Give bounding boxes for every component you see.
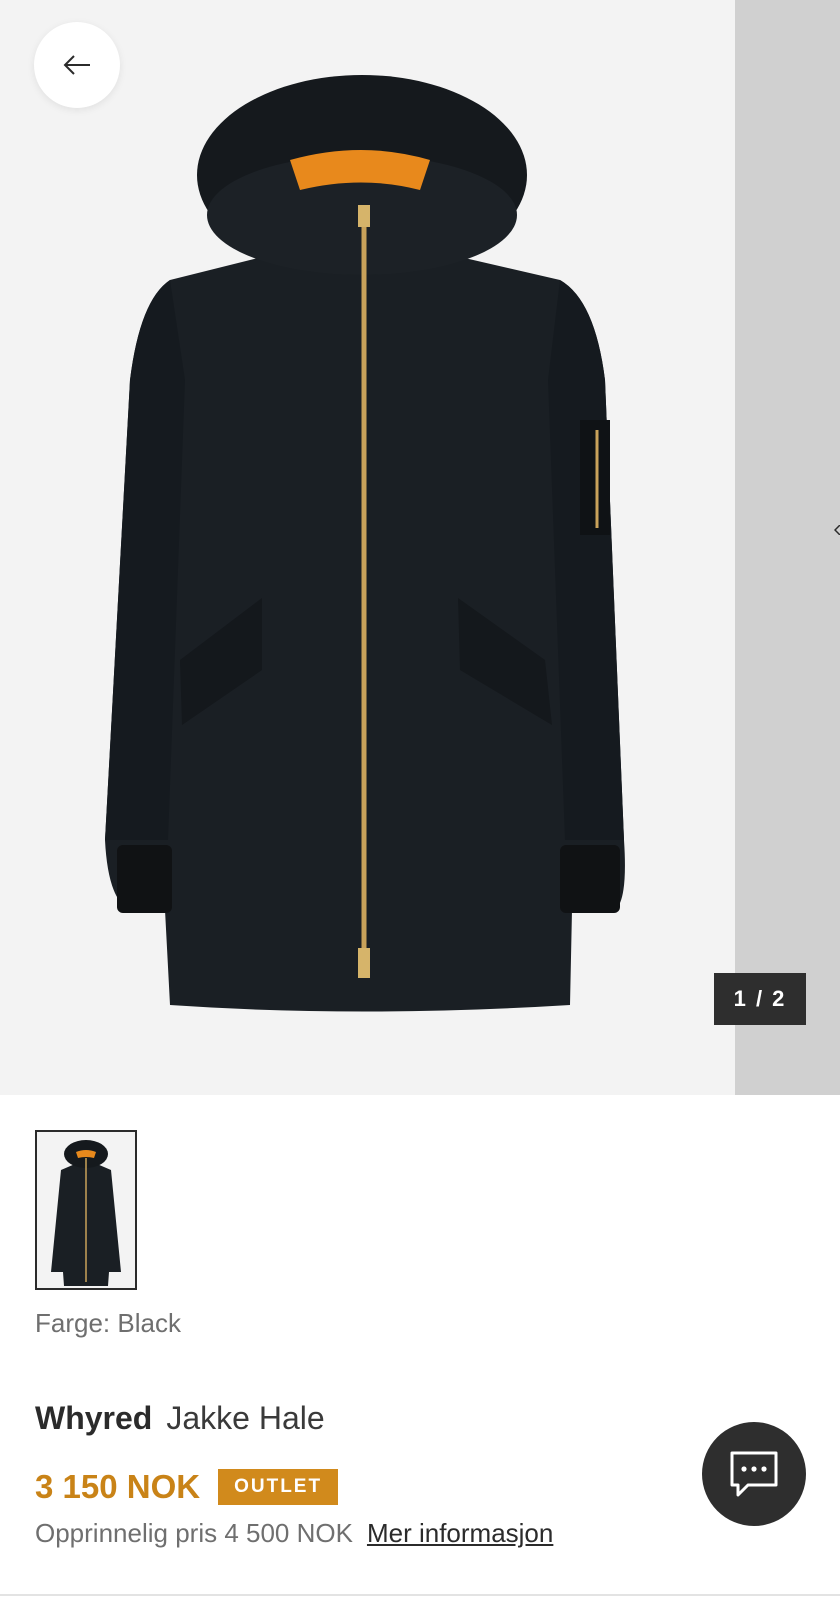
color-label: Farge: Black	[35, 1308, 181, 1338]
chat-bubble-icon	[730, 1451, 778, 1497]
product-image[interactable]	[0, 0, 735, 1095]
thumbnail-image[interactable]	[35, 1130, 137, 1290]
original-price-row: Opprinnelig pris 4 500 NOK Mer informasjo…	[35, 1518, 553, 1549]
back-button[interactable]	[34, 22, 120, 108]
image-counter: 1 / 2	[714, 973, 806, 1025]
brand-name: Whyred	[35, 1400, 153, 1436]
outlet-badge: OUTLET	[218, 1469, 339, 1505]
chat-button[interactable]	[702, 1422, 806, 1526]
more-info-link[interactable]: Mer informasjon	[367, 1518, 553, 1548]
jacket-thumbnail-illustration	[51, 1140, 121, 1286]
divider	[0, 1594, 840, 1596]
next-image-peek[interactable]	[735, 0, 840, 1095]
price-row: 3 150 NOK OUTLET	[35, 1468, 339, 1506]
product-title: Whyred Jakke Hale	[35, 1400, 325, 1437]
original-price: Opprinnelig pris 4 500 NOK	[35, 1518, 353, 1548]
current-price: 3 150 NOK	[35, 1468, 201, 1505]
product-image-gallery[interactable]: 1 / 2	[0, 0, 840, 1095]
product-name: Jakke Hale	[166, 1400, 325, 1436]
arrow-left-icon	[63, 55, 90, 75]
jacket-illustration	[105, 75, 625, 1012]
chevron-left-icon	[834, 525, 840, 535]
